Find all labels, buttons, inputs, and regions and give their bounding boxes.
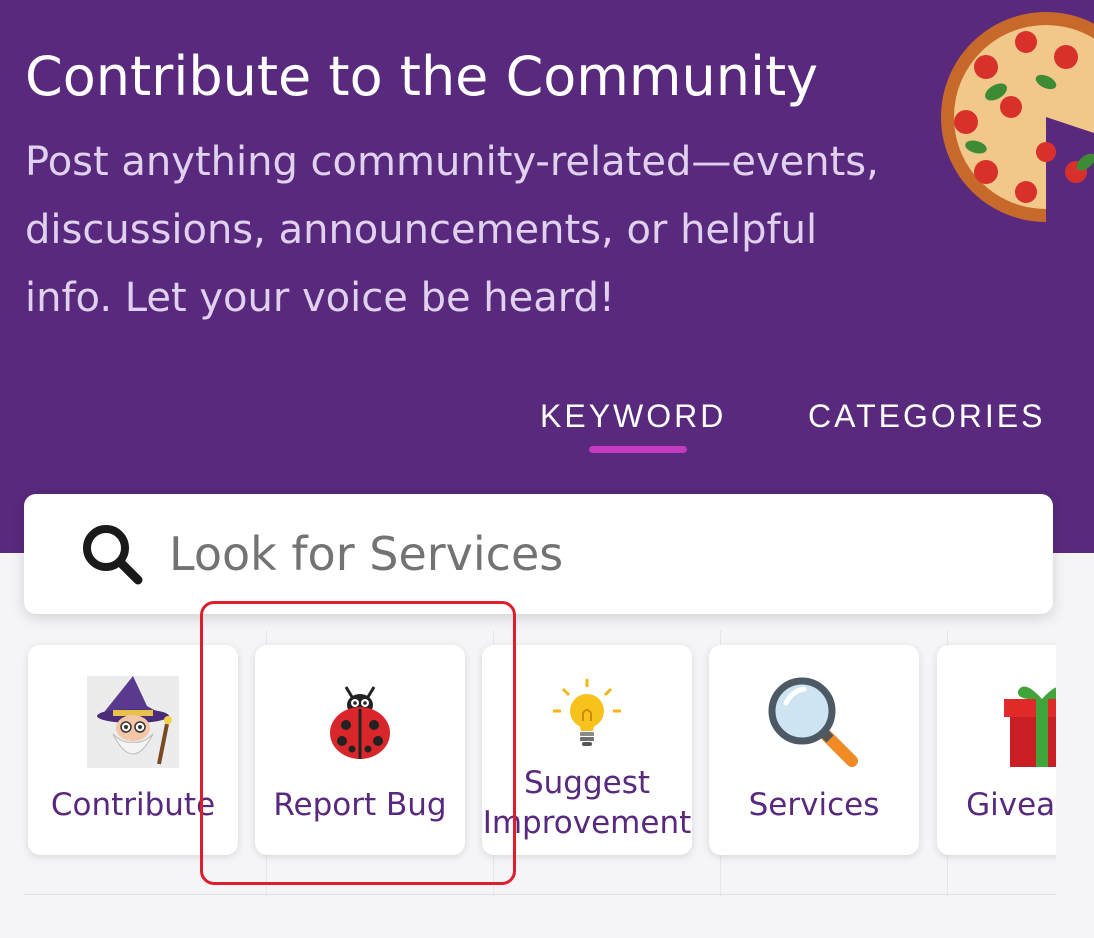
- divider: [24, 894, 1056, 895]
- search-input[interactable]: [169, 512, 1029, 596]
- card-services[interactable]: Services: [709, 645, 919, 855]
- tab-categories[interactable]: CATEGORIES: [808, 398, 1045, 435]
- magnifier-icon: [768, 677, 858, 767]
- pizza-slice-image: [941, 12, 1094, 222]
- active-tab-indicator: [589, 446, 687, 453]
- card-label: Giveaway: [966, 787, 1056, 823]
- lightbulb-icon: [553, 679, 621, 746]
- tab-keyword[interactable]: KEYWORD: [540, 398, 726, 435]
- search-icon: [83, 525, 143, 585]
- wizard-icon: [87, 676, 179, 768]
- hero-banner: Contribute to the Community Post anythin…: [0, 0, 1094, 553]
- highlight-annotation: [200, 601, 516, 885]
- card-label: Services: [748, 787, 880, 823]
- card-giveaway[interactable]: Giveaway: [937, 645, 1056, 855]
- search-bar[interactable]: [24, 494, 1053, 614]
- hero-description: Post anything community-related—events, …: [25, 139, 879, 321]
- search-mode-tabs: KEYWORD CATEGORIES: [0, 388, 1094, 458]
- category-cards: Contribute Report Bug Suggest Improvemen…: [0, 630, 1056, 900]
- page-title: Contribute to the Community: [25, 45, 819, 108]
- gift-icon: [1004, 686, 1056, 767]
